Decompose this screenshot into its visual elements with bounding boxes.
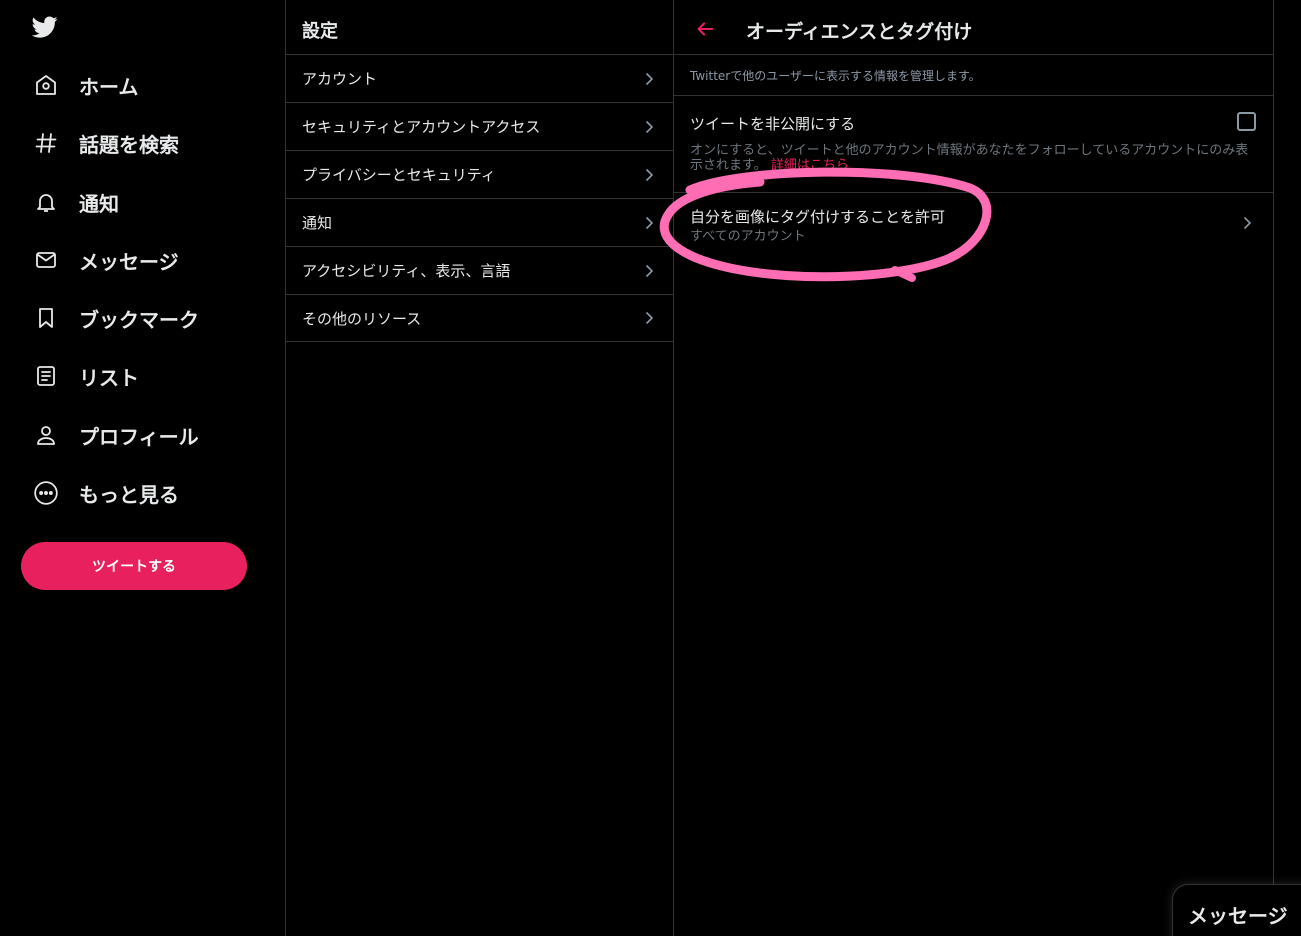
chevron-right-icon [645,216,654,229]
chevron-right-icon [645,264,654,277]
messages-drawer-label: メッセージ [1188,904,1288,928]
messages-drawer[interactable]: メッセージ [1172,884,1301,936]
nav-explore-label: 話題を検索 [79,132,179,157]
home-icon [33,72,59,98]
protect-tweets-help: オンにすると、ツイートと他のアカウント情報があなたをフォローしているアカウントに… [690,143,1256,173]
nav-lists[interactable]: リスト [33,356,273,396]
list-icon [33,363,59,389]
settings-item-account[interactable]: アカウント [286,54,673,102]
chevron-right-icon [1243,216,1252,230]
hashtag-icon [33,130,59,156]
protect-tweets-row: ツイートを非公開にする オンにすると、ツイートと他のアカウント情報があなたをフォ… [674,96,1274,193]
nav-lists-label: リスト [79,365,139,390]
settings-item-accessibility[interactable]: アクセシビリティ、表示、言語 [286,246,673,294]
nav-bookmarks[interactable]: ブックマーク [33,298,273,338]
divider [674,54,1274,55]
bookmark-icon [33,305,59,331]
back-arrow-icon[interactable] [694,18,716,40]
settings-item-label: アクセシビリティ、表示、言語 [302,262,511,280]
app-root: ホーム 話題を検索 通知 メッセージ ブックマーク リスト プロフィール もっと… [0,0,1301,936]
settings-item-label: セキュリティとアカウントアクセス [302,118,541,136]
settings-item-notifications[interactable]: 通知 [286,198,673,246]
nav-explore[interactable]: 話題を検索 [33,123,273,163]
photo-tagging-label: 自分を画像にタグ付けすることを許可 [690,208,946,226]
more-circle-icon [33,480,59,506]
settings-list: アカウント セキュリティとアカウントアクセス プライバシーとセキュリティ 通知 … [286,54,673,342]
person-icon [33,422,59,448]
twitter-bird-logo-icon[interactable] [30,14,60,40]
panel-description: Twitterで他のユーザーに表示する情報を管理します。 [690,69,981,83]
protect-tweets-checkbox[interactable] [1237,112,1256,131]
envelope-icon [33,247,59,273]
settings-title: 設定 [302,21,338,42]
nav-profile-label: プロフィール [79,424,199,449]
settings-item-label: プライバシーとセキュリティ [302,166,496,184]
nav-home-label: ホーム [79,74,139,99]
chevron-right-icon [645,72,654,85]
nav-more[interactable]: もっと見る [33,473,273,513]
nav-home[interactable]: ホーム [33,65,273,105]
nav-profile[interactable]: プロフィール [33,415,273,455]
photo-tagging-value: すべてのアカウント [690,229,806,244]
settings-column: 設定 アカウント セキュリティとアカウントアクセス プライバシーとセキュリティ … [285,0,674,936]
chevron-right-icon [645,311,654,325]
chevron-right-icon [645,168,654,181]
nav-messages[interactable]: メッセージ [33,240,273,280]
primary-nav: ホーム 話題を検索 通知 メッセージ ブックマーク リスト プロフィール もっと… [0,0,285,936]
nav-messages-label: メッセージ [79,249,179,274]
audience-tagging-panel: オーディエンスとタグ付け Twitterで他のユーザーに表示する情報を管理します… [674,0,1274,936]
nav-more-label: もっと見る [79,482,179,507]
settings-item-privacy[interactable]: プライバシーとセキュリティ [286,150,673,198]
page-title: オーディエンスとタグ付け [746,21,973,43]
photo-tagging-row[interactable]: 自分を画像にタグ付けすることを許可 すべてのアカウント [674,193,1274,253]
nav-bookmarks-label: ブックマーク [79,307,199,332]
protect-tweets-label: ツイートを非公開にする [690,115,856,133]
settings-item-label: 通知 [302,214,333,232]
nav-notifications-label: 通知 [79,191,119,216]
tweet-button[interactable]: ツイートする [21,542,247,590]
chevron-right-icon [645,120,654,133]
settings-item-security[interactable]: セキュリティとアカウントアクセス [286,102,673,150]
learn-more-link[interactable]: 詳細はこちら [771,158,849,173]
nav-notifications[interactable]: 通知 [33,182,273,222]
bell-icon [33,189,59,215]
settings-item-label: アカウント [302,70,378,88]
settings-item-label: その他のリソース [302,309,422,328]
settings-item-resources[interactable]: その他のリソース [286,294,673,342]
